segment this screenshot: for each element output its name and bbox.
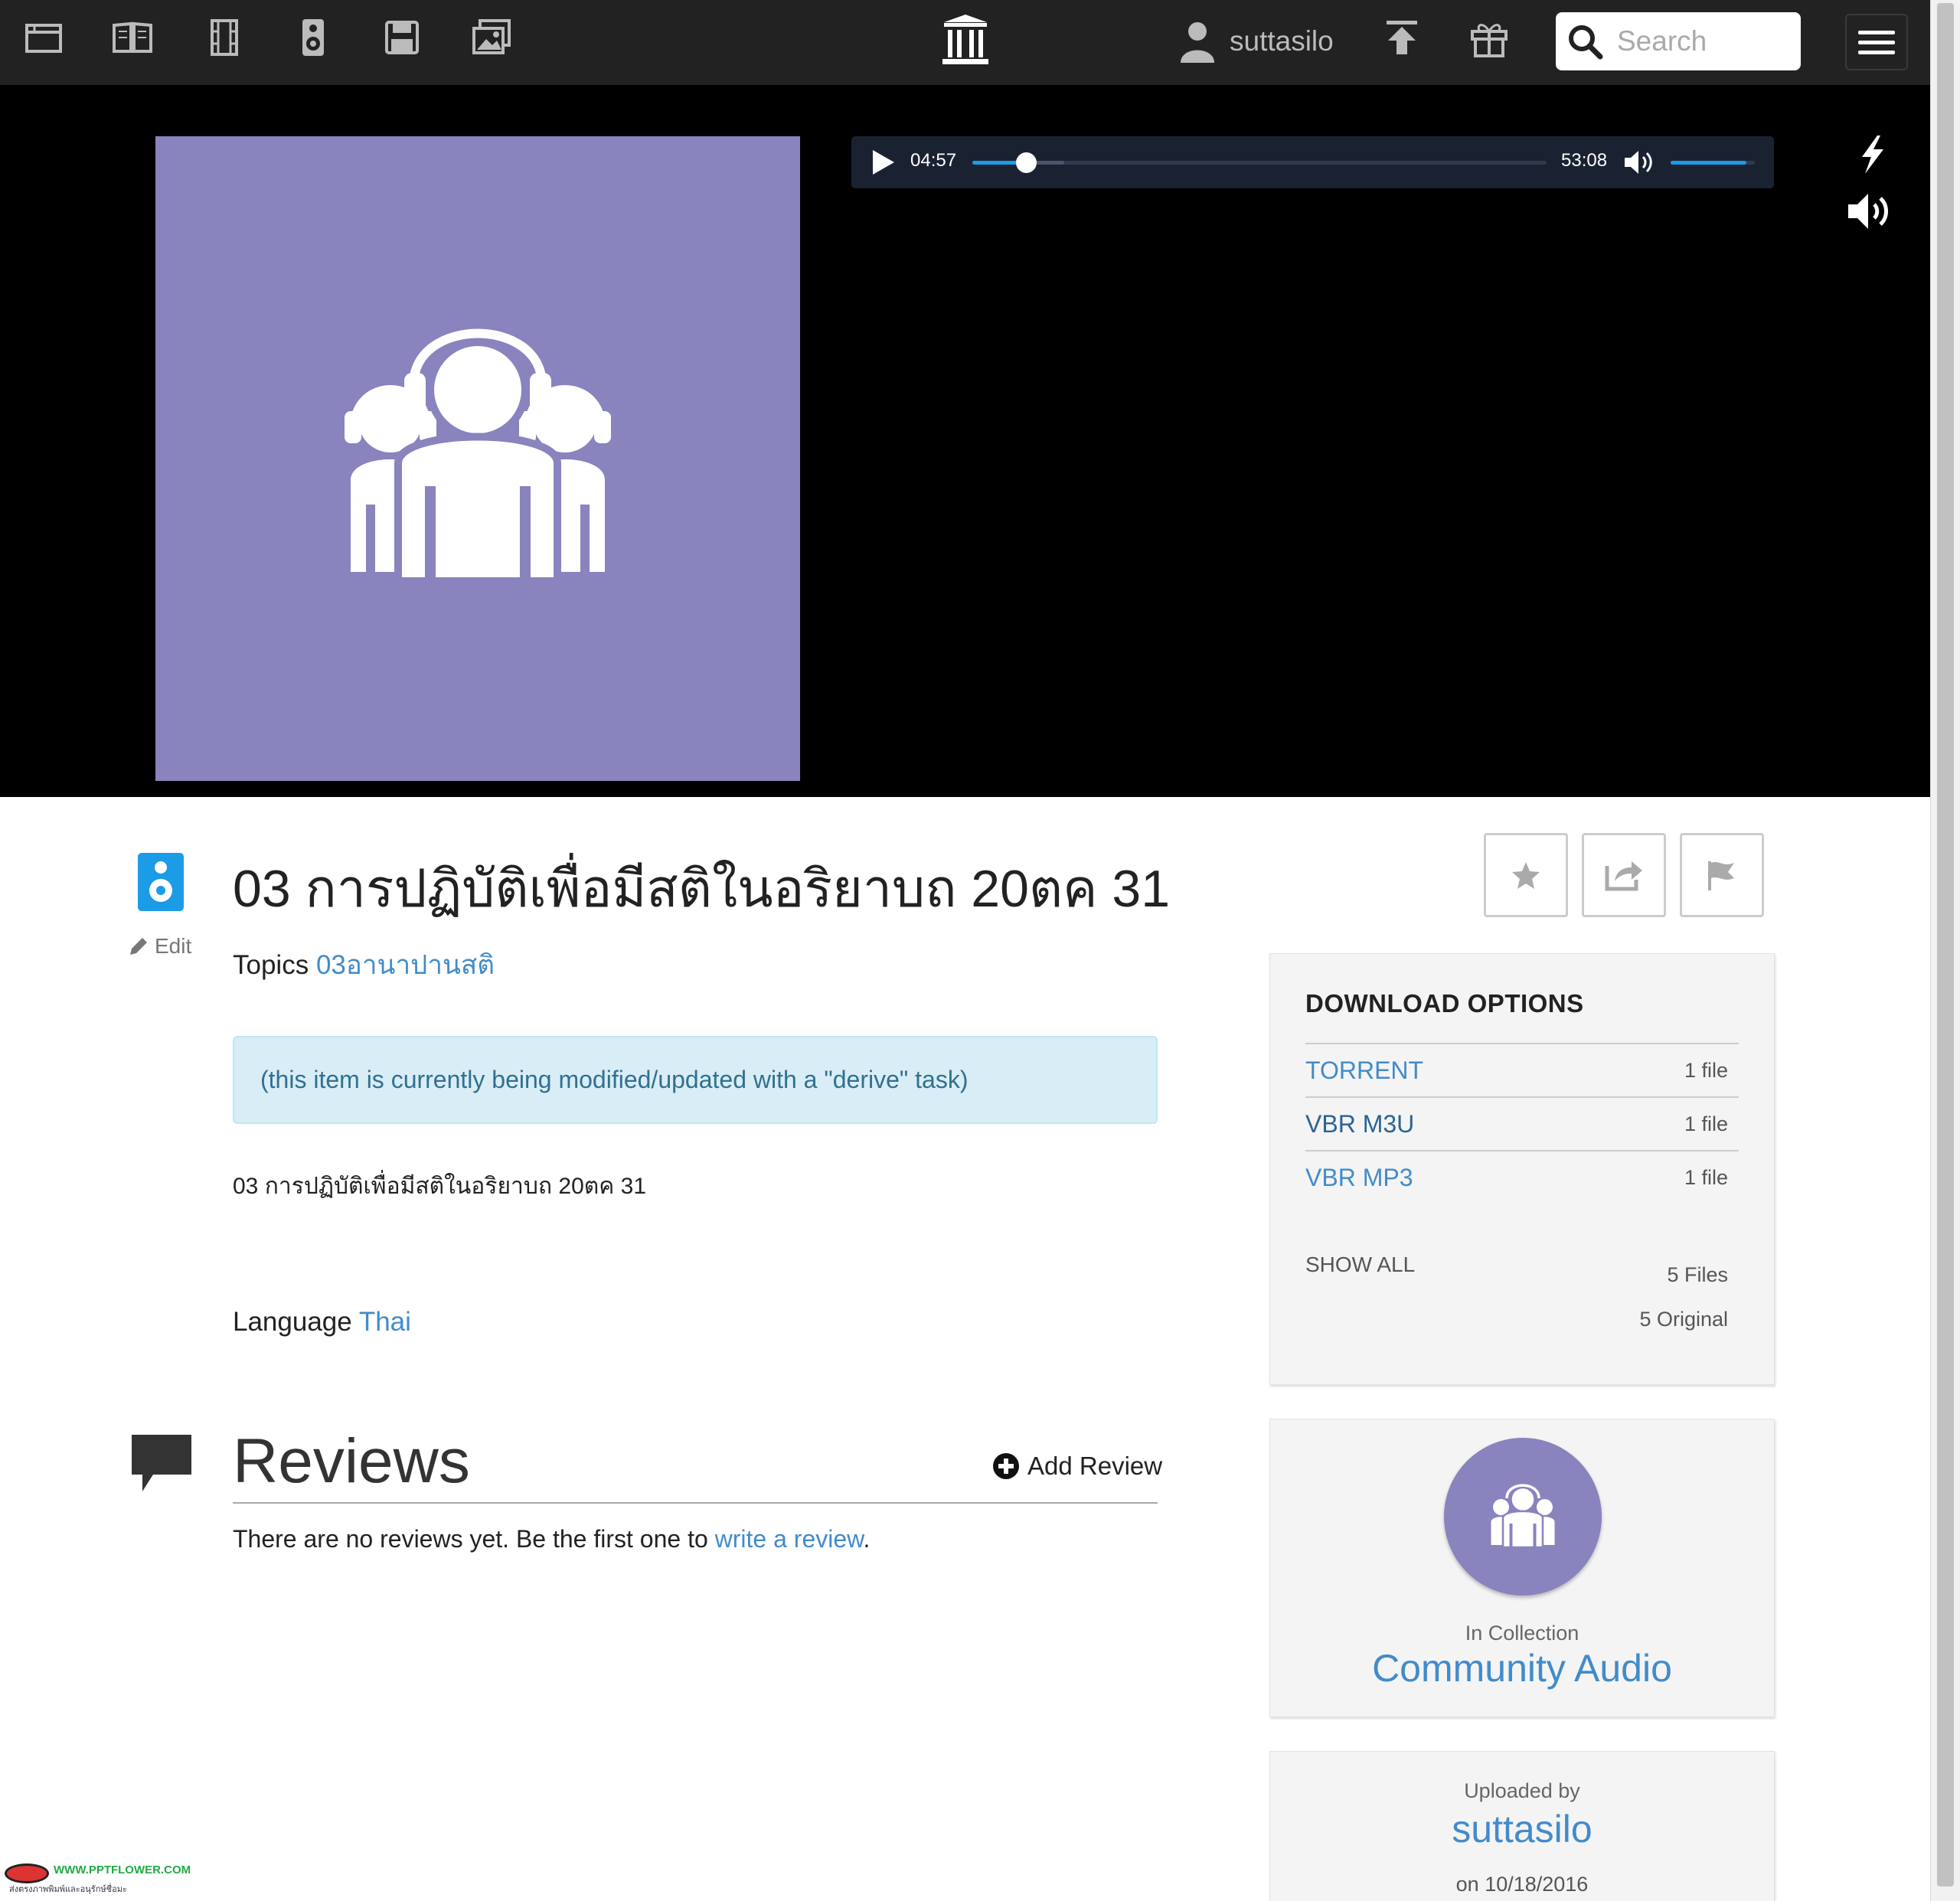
search-icon[interactable] [1566,23,1603,60]
uploader-panel: Uploaded by suttasilo on 10/18/2016 [1269,1751,1775,1901]
audio-mediatype-icon [138,853,184,911]
collection-avatar[interactable] [1444,1438,1602,1596]
topics-label: Topics [233,950,309,980]
collection-link[interactable]: Community Audio [1270,1646,1774,1690]
no-reviews-text: There are no reviews yet. Be the first o… [233,1525,715,1553]
derive-notice: (this item is currently being modified/u… [233,1036,1158,1124]
scrollbar-thumb[interactable] [1937,3,1954,1886]
watermark-logo: WWW.PPTFLOWER.COM ส่งตรงภาพพิมพ์และอนุรั… [5,1862,191,1897]
download-file-count: 1 file [1684,1112,1728,1135]
item-title: 03 การปฏิบัติเพื่อมีสติในอริยาบถ 20ตค 31 [233,860,1171,918]
hamburger-menu-button[interactable] [1845,14,1908,70]
software-icon[interactable] [378,14,426,61]
web-icon[interactable] [20,14,67,61]
pencil-icon [130,938,147,955]
collection-panel: In Collection Community Audio [1269,1419,1775,1717]
volume-icon[interactable] [1623,149,1655,176]
language-label: Language [233,1307,352,1337]
community-audio-icon [345,328,611,585]
download-vbr-m3u-link[interactable]: VBR M3U [1305,1110,1414,1138]
watermark-tagline: ส่งตรงภาพพิมพ์และอนุรักษ์ชื่อมะ [9,1885,127,1894]
download-row[interactable]: VBR M3U 1 file [1305,1096,1739,1150]
seek-bar[interactable] [972,152,1547,173]
flag-button[interactable] [1680,833,1764,917]
add-review-label: Add Review [1027,1452,1163,1480]
share-icon [1605,861,1642,891]
favorite-button[interactable] [1484,833,1568,917]
download-file-count: 1 file [1684,1165,1728,1189]
top-navigation-bar: suttasilo [0,0,1930,85]
user-icon [1181,22,1214,63]
topic-link[interactable]: 03อานาปานสติ [316,950,495,980]
uploaded-by-label: Uploaded by [1464,1779,1580,1802]
download-options-panel: DOWNLOAD OPTIONS TORRENT 1 file VBR M3U … [1269,953,1775,1385]
total-time: 53:08 [1561,150,1608,171]
archive-logo-icon[interactable] [939,11,992,69]
add-review-button[interactable]: Add Review [992,1452,1162,1481]
audio-player: 04:57 53:08 [851,136,1774,188]
watermark-badge [5,1863,49,1883]
play-icon[interactable] [867,147,897,178]
no-reviews-period: . [863,1525,871,1553]
derive-notice-text: (this item is currently being modified/u… [260,1066,969,1093]
plus-circle-icon [993,1453,1019,1479]
uploader-link[interactable]: suttasilo [1270,1807,1774,1851]
star-icon [1512,862,1540,889]
hamburger-bar [1858,40,1895,44]
upload-icon[interactable] [1378,14,1426,61]
speaker-icon[interactable] [1845,189,1896,234]
reviews-divider [233,1502,1158,1504]
edit-link[interactable]: Edit [127,934,191,959]
write-review-link[interactable]: write a review [715,1525,864,1553]
hamburger-bar [1858,50,1895,54]
flag-icon [1708,861,1734,890]
language-link[interactable]: Thai [359,1307,411,1337]
no-reviews-message: There are no reviews yet. Be the first o… [233,1525,870,1553]
show-all-link[interactable]: SHOW ALL [1305,1253,1415,1277]
flash-lightning-icon[interactable] [1853,134,1891,175]
upload-date: on 10/18/2016 [1455,1873,1589,1896]
original-files-count: 5 Original [1639,1308,1728,1331]
language-line: Language Thai [233,1307,411,1338]
media-theatre: 04:57 53:08 [0,85,1930,797]
download-row[interactable]: TORRENT 1 file [1305,1043,1739,1096]
download-torrent-link[interactable]: TORRENT [1305,1057,1423,1085]
show-all-row: SHOW ALL 5 Files 5 Original [1305,1204,1739,1331]
reviews-heading: Reviews [233,1426,470,1496]
user-menu[interactable]: suttasilo [1179,17,1334,66]
audio-icon[interactable] [289,14,337,61]
in-collection-label: In Collection [1465,1622,1579,1645]
username-label: suttasilo [1230,25,1334,57]
current-time: 04:57 [910,150,957,171]
texts-icon[interactable] [109,14,156,61]
topics-line: Topics 03อานาปานสติ [233,944,495,986]
download-vbr-mp3-link[interactable]: VBR MP3 [1305,1164,1413,1192]
download-row[interactable]: VBR MP3 1 file [1305,1150,1739,1204]
share-button[interactable] [1582,833,1666,917]
edit-label: Edit [155,934,192,958]
comment-icon [132,1435,191,1491]
volume-level [1671,161,1746,165]
download-file-count: 1 file [1684,1058,1728,1082]
search-box [1556,12,1801,70]
audio-cover-image [155,136,800,781]
volume-slider[interactable] [1671,161,1755,165]
donate-gift-icon[interactable] [1465,14,1513,61]
search-input[interactable] [1617,25,1793,57]
page-scrollbar[interactable] [1930,0,1960,1901]
watermark-site-text: WWW.PPTFLOWER.COM [54,1863,191,1877]
seek-handle[interactable] [1015,152,1037,173]
images-icon[interactable] [469,14,516,61]
video-icon[interactable] [201,14,248,61]
item-description: 03 การปฏิบัติเพื่อมีสติในอริยาบถ 20ตค 31 [233,1174,647,1199]
download-options-title: DOWNLOAD OPTIONS [1305,989,1584,1017]
total-files-count: 5 Files [1667,1263,1728,1286]
community-audio-icon [1491,1484,1555,1549]
hamburger-bar [1858,30,1895,34]
